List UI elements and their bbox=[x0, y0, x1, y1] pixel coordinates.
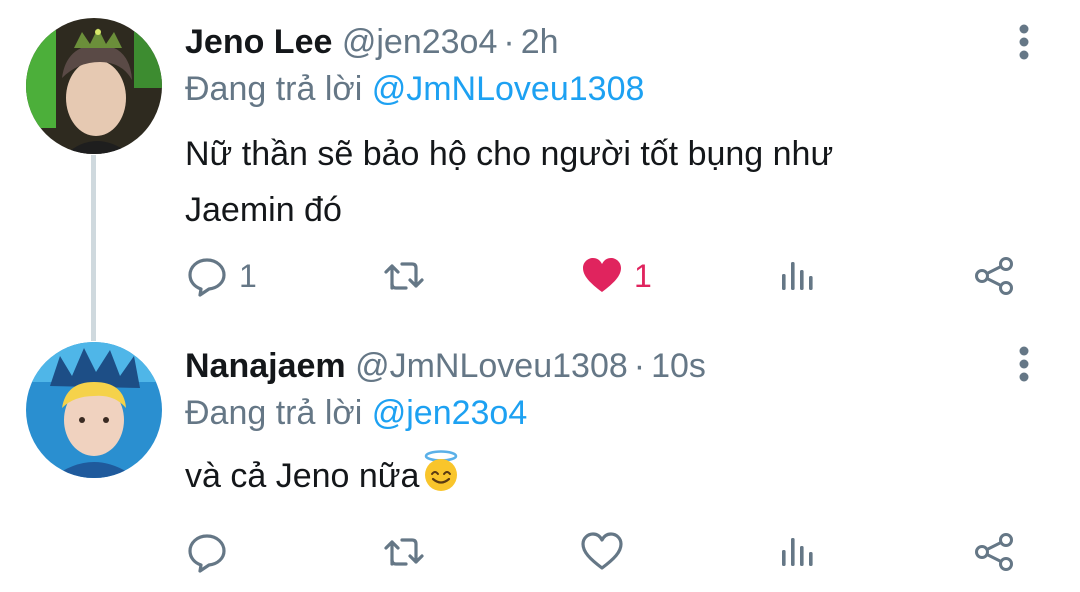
share-icon bbox=[975, 533, 1013, 571]
retweet-button[interactable] bbox=[382, 522, 436, 582]
separator-dot: · bbox=[633, 347, 646, 385]
reply-context: Đang trả lời @jen23o4 bbox=[185, 392, 527, 434]
handle[interactable]: @jen23o4 bbox=[342, 23, 498, 61]
avatar-image bbox=[26, 18, 162, 154]
display-name[interactable]: Jeno Lee bbox=[185, 23, 332, 61]
tweet-header: Jeno Lee @jen23o4 · 2h bbox=[185, 22, 990, 62]
timestamp[interactable]: 10s bbox=[651, 347, 706, 385]
share-button[interactable] bbox=[972, 246, 1016, 306]
like-icon bbox=[583, 258, 621, 292]
tweet-text-line: và cả Jeno nữa bbox=[185, 448, 975, 504]
analytics-button[interactable] bbox=[775, 246, 819, 306]
analytics-button[interactable] bbox=[775, 522, 819, 582]
reply-mention-link[interactable]: @JmNLoveu1308 bbox=[372, 70, 645, 108]
reply-prefix: Đang trả lời bbox=[185, 394, 363, 432]
tweet-text-content: và cả Jeno nữa bbox=[185, 457, 420, 495]
reply-icon bbox=[188, 534, 226, 573]
like-icon bbox=[581, 532, 623, 570]
tweet-text: và cả Jeno nữa bbox=[185, 448, 975, 504]
reply-button[interactable]: 1 bbox=[185, 246, 257, 306]
reply-mention-link[interactable]: @jen23o4 bbox=[372, 394, 528, 432]
retweet-icon bbox=[384, 538, 424, 566]
tweet-header: Nanajaem @JmNLoveu1308 · 10s bbox=[185, 346, 990, 386]
like-button[interactable]: 1 bbox=[580, 246, 652, 306]
avatar[interactable] bbox=[26, 18, 162, 154]
handle[interactable]: @JmNLoveu1308 bbox=[355, 347, 628, 385]
timestamp[interactable]: 2h bbox=[521, 23, 559, 61]
reply-button[interactable] bbox=[185, 522, 239, 582]
more-vertical-icon bbox=[1019, 24, 1029, 60]
separator-dot: · bbox=[503, 23, 515, 61]
tweet[interactable]: Jeno Lee @jen23o4 · 2h Đang trả lời @JmNLo… bbox=[0, 0, 1080, 336]
action-bar: 1 1 bbox=[0, 246, 1080, 306]
analytics-icon bbox=[782, 262, 813, 290]
action-bar bbox=[0, 522, 1080, 582]
tweet[interactable]: Nanajaem @JmNLoveu1308 · 10s Đang trả lời … bbox=[0, 336, 1080, 592]
avatar-image bbox=[26, 342, 162, 478]
reply-count: 1 bbox=[239, 257, 257, 294]
tweet-text-line: Jaemin đó bbox=[185, 191, 342, 229]
reply-icon bbox=[188, 258, 226, 297]
like-button[interactable] bbox=[580, 522, 634, 582]
reply-context: Đang trả lời @JmNLoveu1308 bbox=[185, 68, 644, 110]
avatar[interactable] bbox=[26, 342, 162, 478]
display-name[interactable]: Nanajaem bbox=[185, 347, 346, 385]
analytics-icon bbox=[782, 538, 813, 566]
retweet-button[interactable] bbox=[382, 246, 436, 306]
retweet-icon bbox=[384, 262, 424, 290]
smiling-face-with-halo-icon bbox=[419, 449, 463, 493]
share-icon bbox=[975, 257, 1013, 295]
like-count: 1 bbox=[634, 257, 652, 294]
tweet-text-line: Nữ thần sẽ bảo hộ cho người tốt bụng như bbox=[185, 135, 834, 173]
more-vertical-icon bbox=[1019, 346, 1029, 382]
more-options-button[interactable] bbox=[1008, 344, 1040, 384]
share-button[interactable] bbox=[972, 522, 1016, 582]
tweet-text: Nữ thần sẽ bảo hộ cho người tốt bụng như… bbox=[185, 126, 975, 238]
reply-prefix: Đang trả lời bbox=[185, 70, 363, 108]
more-options-button[interactable] bbox=[1008, 22, 1040, 62]
